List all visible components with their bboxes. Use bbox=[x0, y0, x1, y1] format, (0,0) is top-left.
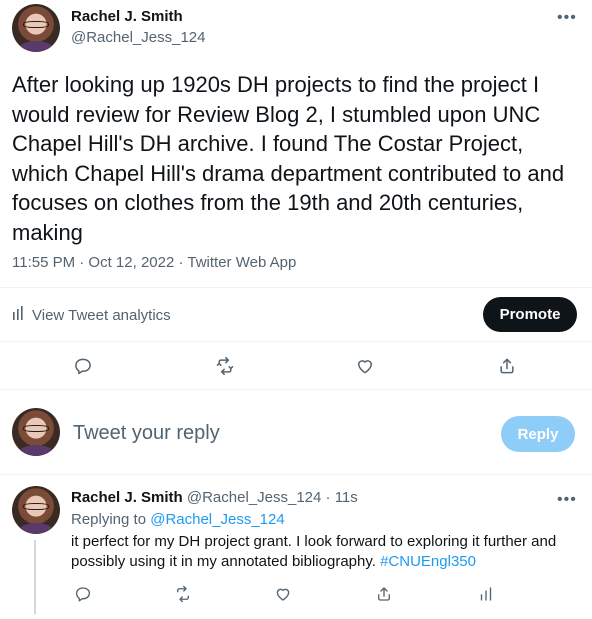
more-options-icon[interactable]: ••• bbox=[557, 10, 577, 26]
reply-input[interactable]: Tweet your reply bbox=[73, 422, 220, 445]
replying-to: Replying to @Rachel_Jess_124 bbox=[71, 511, 285, 528]
reply-icon[interactable] bbox=[71, 354, 95, 378]
reply-share-icon[interactable] bbox=[372, 582, 396, 606]
reply-button[interactable]: Reply bbox=[501, 416, 575, 452]
reply-text-body: it perfect for my DH project grant. I lo… bbox=[71, 533, 557, 570]
like-icon[interactable] bbox=[353, 354, 377, 378]
analytics-icon bbox=[12, 306, 24, 324]
reply-like-icon[interactable] bbox=[271, 582, 295, 606]
avatar-shirt bbox=[19, 523, 53, 534]
reply-more-options-icon[interactable]: ••• bbox=[557, 492, 577, 508]
reply-analytics-icon[interactable] bbox=[474, 582, 498, 606]
reply-author-avatar[interactable] bbox=[12, 486, 60, 534]
reply-header: Rachel J. Smith @Rachel_Jess_124 · 11s bbox=[71, 489, 358, 506]
divider bbox=[0, 287, 592, 288]
hashtag-link[interactable]: #CNUEngl350 bbox=[380, 553, 476, 570]
avatar-glasses bbox=[22, 503, 50, 510]
avatar-glasses bbox=[22, 21, 50, 28]
composer-avatar[interactable] bbox=[12, 408, 60, 456]
share-icon[interactable] bbox=[495, 354, 519, 378]
reply-author-handle[interactable]: @Rachel_Jess_124 bbox=[187, 489, 321, 506]
tweet-timestamp[interactable]: 11:55 PM · Oct 12, 2022 · Twitter Web Ap… bbox=[12, 254, 296, 271]
reply-reply-icon[interactable] bbox=[71, 582, 95, 606]
analytics-label: View Tweet analytics bbox=[32, 306, 171, 324]
divider bbox=[0, 474, 592, 475]
avatar-glasses bbox=[22, 425, 50, 432]
author-name[interactable]: Rachel J. Smith bbox=[71, 8, 183, 25]
reply-retweet-icon[interactable] bbox=[171, 582, 195, 606]
avatar-shirt bbox=[19, 445, 53, 456]
retweet-icon[interactable] bbox=[213, 354, 237, 378]
view-analytics-link[interactable]: View Tweet analytics bbox=[12, 306, 171, 324]
divider bbox=[0, 389, 592, 390]
tweet-text: After looking up 1920s DH projects to fi… bbox=[12, 72, 565, 245]
replying-to-mention[interactable]: @Rachel_Jess_124 bbox=[150, 511, 284, 528]
thread-line bbox=[34, 540, 36, 614]
promote-button[interactable]: Promote bbox=[483, 297, 577, 332]
reply-time[interactable]: 11s bbox=[335, 489, 358, 506]
avatar-shirt bbox=[19, 41, 53, 52]
separator-dot: · bbox=[321, 489, 335, 506]
reply-author-name[interactable]: Rachel J. Smith bbox=[71, 489, 183, 506]
author-handle[interactable]: @Rachel_Jess_124 bbox=[71, 29, 205, 46]
author-avatar[interactable] bbox=[12, 4, 60, 52]
divider bbox=[0, 341, 592, 342]
replying-to-label: Replying to bbox=[71, 511, 147, 528]
reply-tweet-text: it perfect for my DH project grant. I lo… bbox=[71, 532, 586, 572]
